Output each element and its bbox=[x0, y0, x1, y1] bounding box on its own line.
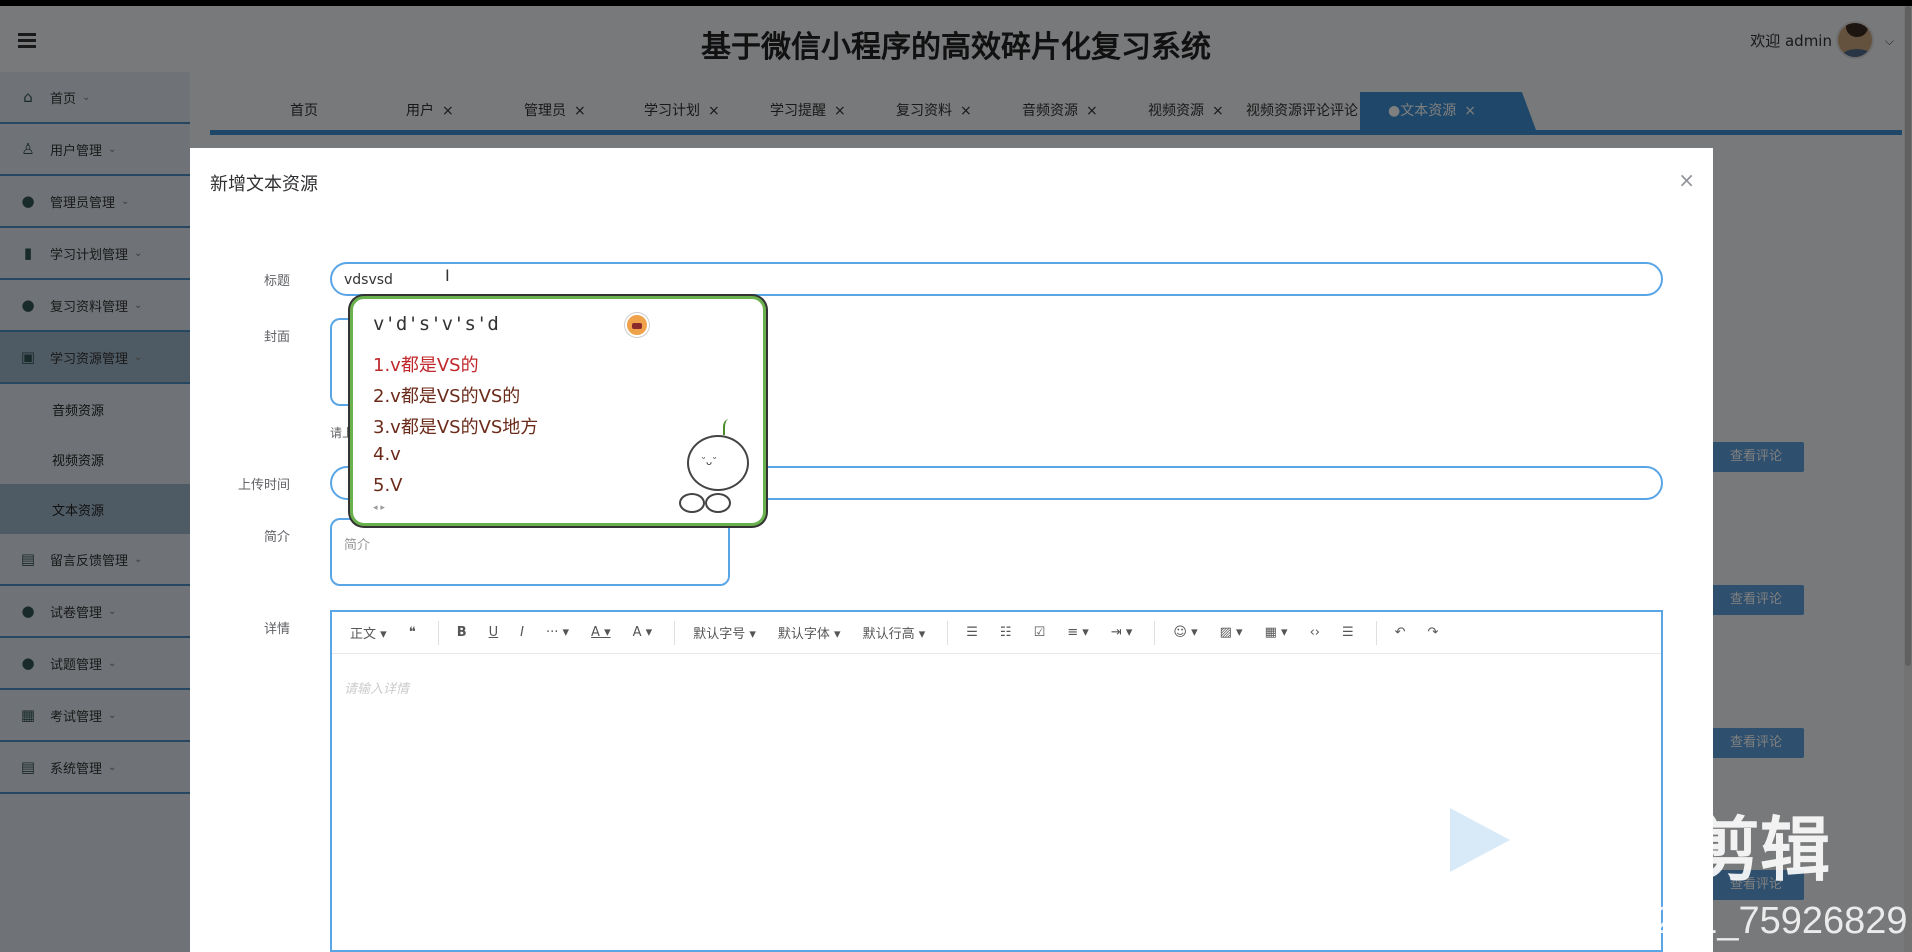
paragraph-select[interactable]: 正文 ▾ bbox=[350, 623, 387, 642]
toolbar-divider bbox=[947, 620, 949, 645]
intro-placeholder: 简介 bbox=[344, 538, 371, 553]
mascot-sticker-icon: ˘ᴗ˘ bbox=[679, 415, 753, 515]
image-icon[interactable]: ▨ ▾ bbox=[1220, 625, 1243, 640]
ime-candidate[interactable]: 1.v都是VS的 bbox=[373, 351, 479, 377]
numbered-list-icon[interactable]: ☷ bbox=[1000, 625, 1012, 640]
redo-icon[interactable]: ↷ bbox=[1428, 625, 1439, 640]
table-icon[interactable]: ▦ ▾ bbox=[1265, 625, 1288, 640]
font-color-icon[interactable]: A ▾ bbox=[591, 625, 611, 640]
bold-icon[interactable]: B bbox=[457, 625, 467, 640]
code-icon[interactable]: ‹› bbox=[1310, 625, 1320, 640]
close-icon[interactable]: × bbox=[1678, 168, 1695, 192]
ime-candidate[interactable]: 3.v都是VS的VS地方 bbox=[373, 413, 538, 439]
ime-page-arrows-icon[interactable]: ◂ ▸ bbox=[373, 503, 385, 513]
todo-icon[interactable]: ☑ bbox=[1034, 625, 1046, 640]
title-input[interactable]: vdsvsd bbox=[330, 262, 1663, 296]
intro-label: 简介 bbox=[263, 530, 290, 545]
bulleted-list-icon[interactable]: ☰ bbox=[966, 625, 978, 640]
emoji-icon[interactable]: ☺ ▾ bbox=[1173, 625, 1197, 640]
ime-candidate[interactable]: 5.V bbox=[373, 475, 403, 496]
text-cursor-icon: I bbox=[445, 266, 450, 285]
align-icon[interactable]: ≡ ▾ bbox=[1067, 625, 1089, 640]
upload-time-label: 上传时间 bbox=[237, 478, 290, 493]
underline-icon[interactable]: U bbox=[489, 625, 499, 640]
ime-candidate-popup: v'd's'v's'd 1.v都是VS的 2.v都是VS的VS的 3.v都是VS… bbox=[350, 296, 766, 526]
quote-icon[interactable]: ❝ bbox=[409, 625, 416, 640]
ime-logo-icon[interactable] bbox=[625, 313, 649, 337]
details-label: 详情 bbox=[263, 622, 290, 637]
details-placeholder: 请输入详情 bbox=[344, 682, 410, 697]
ime-candidate[interactable]: 2.v都是VS的VS的 bbox=[373, 382, 520, 408]
font-size-select[interactable]: 默认字号 ▾ bbox=[693, 623, 756, 642]
title-label: 标题 bbox=[263, 274, 290, 289]
csdn-watermark: CSDN @2201_75926829 bbox=[1476, 900, 1908, 942]
rich-text-editor[interactable]: 正文 ▾ ❝ B U I ··· ▾ A ▾ A ▾ 默认字号 ▾ 默认字体 ▾… bbox=[330, 610, 1663, 952]
title-input-value: vdsvsd bbox=[344, 272, 393, 288]
cover-label: 封面 bbox=[263, 330, 290, 345]
toolbar-divider bbox=[1375, 620, 1377, 645]
video-editor-logo-icon bbox=[1450, 808, 1510, 872]
indent-icon[interactable]: ⇥ ▾ bbox=[1111, 625, 1133, 640]
divider-line-icon[interactable]: ☰ bbox=[1342, 625, 1354, 640]
italic-icon[interactable]: I bbox=[520, 625, 524, 640]
ime-candidate[interactable]: 4.v bbox=[373, 444, 401, 465]
font-family-select[interactable]: 默认字体 ▾ bbox=[778, 623, 841, 642]
watermark-brand: 剪辑 bbox=[1690, 809, 1830, 891]
toolbar-divider bbox=[1154, 620, 1156, 645]
toolbar-divider bbox=[437, 620, 439, 645]
line-height-select[interactable]: 默认行高 ▾ bbox=[863, 623, 926, 642]
intro-textarea[interactable]: 简介 bbox=[330, 518, 730, 586]
background-color-icon[interactable]: A ▾ bbox=[633, 625, 653, 640]
ime-composition: v'd's'v's'd bbox=[373, 313, 499, 335]
undo-icon[interactable]: ↶ bbox=[1395, 625, 1406, 640]
dialog-title: 新增文本资源 bbox=[210, 174, 318, 195]
more-icon[interactable]: ··· ▾ bbox=[546, 625, 569, 640]
toolbar-divider bbox=[674, 620, 676, 645]
editor-toolbar: 正文 ▾ ❝ B U I ··· ▾ A ▾ A ▾ 默认字号 ▾ 默认字体 ▾… bbox=[332, 612, 1661, 654]
